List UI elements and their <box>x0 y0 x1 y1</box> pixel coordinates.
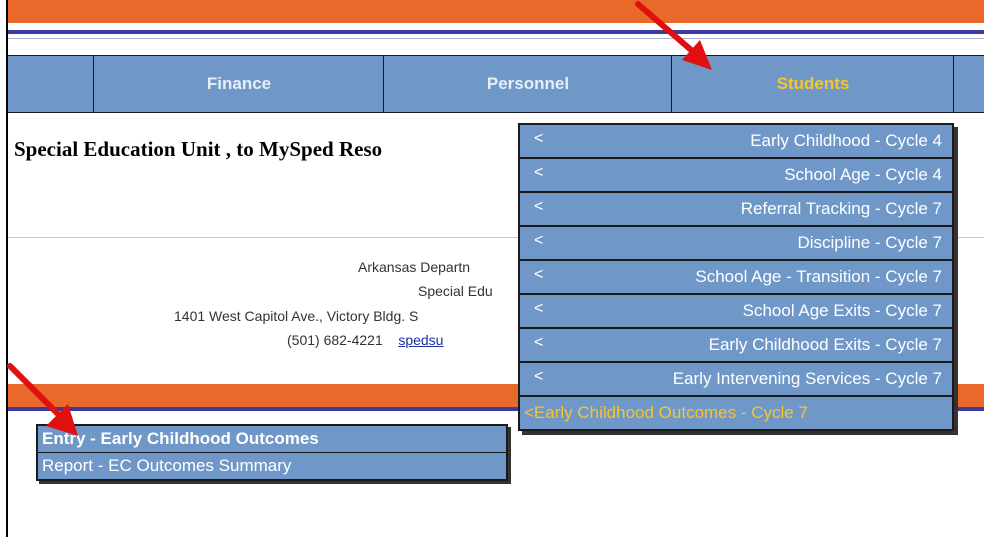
chevron-left-icon: < <box>534 164 544 181</box>
main-navbar: Finance Personnel Students <box>8 55 984 113</box>
dropdown-item-referral-tracking-c7[interactable]: < Referral Tracking - Cycle 7 <box>520 193 952 227</box>
chevron-left-icon: < <box>534 130 544 147</box>
chevron-left-icon: < <box>534 232 544 249</box>
dropdown-item-ec-outcomes-c7[interactable]: <Early Childhood Outcomes - Cycle 7 <box>520 397 952 429</box>
footer-line-1: Arkansas Departn <box>358 259 471 275</box>
dropdown-item-school-age-exits-c7[interactable]: < School Age Exits - Cycle 7 <box>520 295 952 329</box>
footer-line-2: Special Edu <box>418 283 493 299</box>
nav-students-label: Students <box>776 74 850 93</box>
chevron-left-icon: < <box>534 300 544 317</box>
nav-item-finance[interactable]: Finance <box>93 56 384 112</box>
chevron-left-icon: < <box>534 198 544 215</box>
nav-finance-label: Finance <box>206 74 272 93</box>
dropdown-item-early-intervening-c7[interactable]: < Early Intervening Services - Cycle 7 <box>520 363 952 397</box>
footer-contact: (501) 682-4221 spedsu <box>287 332 443 348</box>
footer-email-link[interactable]: spedsu <box>398 332 443 348</box>
chevron-left-icon: < <box>534 266 544 283</box>
header-purple-line <box>8 30 984 34</box>
header-thin-line <box>8 38 984 39</box>
red-arrow-icon-entry <box>7 363 78 436</box>
nav-personnel-label: Personnel <box>486 74 570 93</box>
ec-outcomes-submenu: Entry - Early Childhood Outcomes Report … <box>36 424 508 481</box>
chevron-left-icon: < <box>534 334 544 351</box>
nav-item-blank-left[interactable] <box>8 56 93 112</box>
dropdown-item-early-childhood-exits-c7[interactable]: < Early Childhood Exits - Cycle 7 <box>520 329 952 363</box>
dropdown-item-early-childhood-c4[interactable]: < Early Childhood - Cycle 4 <box>520 125 952 159</box>
nav-item-blank-right[interactable] <box>953 56 984 112</box>
red-arrow-icon-students <box>635 1 712 70</box>
page-heading: Special Education Unit , to MySped Reso <box>14 137 383 161</box>
header-orange-band <box>8 0 984 23</box>
dropdown-item-school-age-c4[interactable]: < School Age - Cycle 4 <box>520 159 952 193</box>
submenu-item-entry-ec-outcomes[interactable]: Entry - Early Childhood Outcomes <box>38 426 506 453</box>
students-dropdown-menu: < Early Childhood - Cycle 4 < School Age -… <box>518 123 954 431</box>
footer-address: 1401 West Capitol Ave., Victory Bldg. S <box>174 308 419 324</box>
footer-phone: (501) 682-4221 <box>287 332 383 348</box>
nav-item-personnel[interactable]: Personnel <box>383 56 672 112</box>
dropdown-item-discipline-c7[interactable]: < Discipline - Cycle 7 <box>520 227 952 261</box>
chevron-left-icon: < <box>534 368 544 385</box>
dropdown-item-school-age-transition-c7[interactable]: < School Age - Transition - Cycle 7 <box>520 261 952 295</box>
submenu-item-report-ec-summary[interactable]: Report - EC Outcomes Summary <box>38 453 506 479</box>
